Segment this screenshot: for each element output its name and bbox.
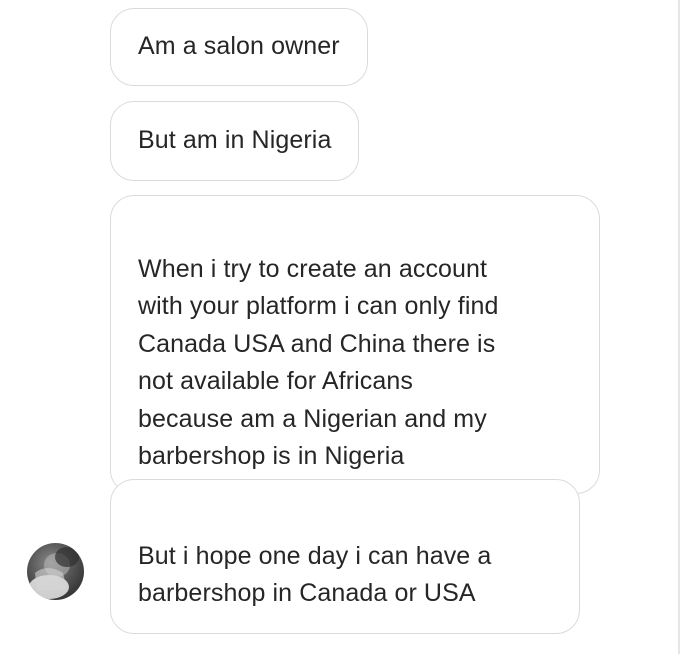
message-bubble[interactable]: Am a salon owner	[110, 8, 368, 86]
message-text: Am a salon owner	[138, 32, 340, 61]
message-bubble[interactable]: But am in Nigeria	[110, 101, 360, 181]
message-bubble[interactable]: When i try to create an account with you…	[110, 195, 600, 494]
message-text: But am in Nigeria	[138, 126, 332, 155]
message-bubble[interactable]: But i hope one day i can have a barbersh…	[110, 479, 580, 634]
sender-avatar[interactable]	[27, 543, 84, 600]
avatar-photo-icon	[29, 547, 79, 599]
message-text: But i hope one day i can have a barbersh…	[138, 541, 492, 608]
message-text: When i try to create an account with you…	[138, 254, 499, 471]
